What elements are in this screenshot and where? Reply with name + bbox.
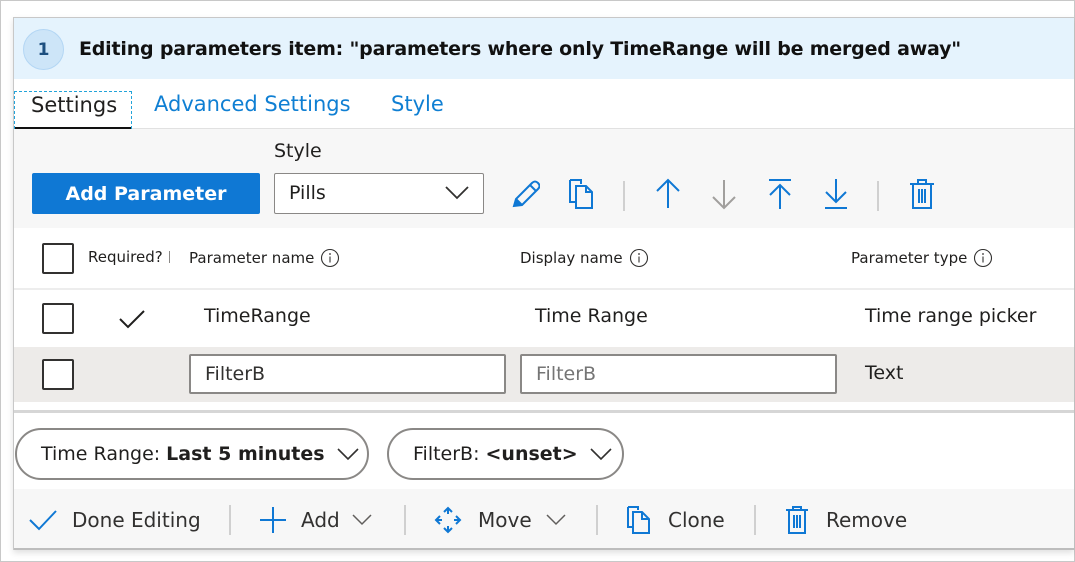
move-label: Move xyxy=(478,508,532,532)
column-header-label: Required? xyxy=(88,248,163,266)
clone-label: Clone xyxy=(668,508,725,532)
step-number-badge: 1 xyxy=(23,29,64,70)
column-header-label: Display name xyxy=(520,249,623,267)
parameter-preview: Time Range: Last 5 minutes FilterB: <unset… xyxy=(14,413,1074,489)
tab-advanced-settings[interactable]: Advanced Settings xyxy=(154,91,351,129)
clone-button[interactable]: Clone xyxy=(626,505,725,535)
table-row[interactable]: TimeRange Time Range Time range picker xyxy=(14,290,1074,346)
select-all-checkbox[interactable] xyxy=(42,243,74,274)
column-resize-handle[interactable] xyxy=(168,251,170,263)
chevron-down-icon xyxy=(352,514,372,526)
delete-icon[interactable] xyxy=(907,178,937,210)
chevron-down-icon xyxy=(590,447,612,460)
column-header-parameter-name: Parameter name xyxy=(189,248,340,268)
command-separator xyxy=(754,505,756,535)
move-to-top-icon[interactable] xyxy=(765,178,795,210)
remove-label: Remove xyxy=(826,508,908,532)
checkmark-icon xyxy=(29,510,57,531)
display-name-cell: Time Range xyxy=(535,305,648,327)
time-range-pill[interactable]: Time Range: Last 5 minutes xyxy=(15,428,369,480)
parameter-toolbar: Add Parameter Style Pills xyxy=(14,129,1074,228)
info-icon[interactable] xyxy=(320,248,340,268)
command-bar: Done Editing Add Move Clone Remove xyxy=(14,489,1074,550)
parameter-type-cell: Text xyxy=(865,362,904,384)
command-separator xyxy=(229,505,231,535)
filterb-pill[interactable]: FilterB: <unset> xyxy=(387,428,624,480)
pill-value: <unset> xyxy=(485,443,578,465)
toolbar-separator xyxy=(623,181,625,211)
style-dropdown[interactable]: Pills xyxy=(274,173,484,214)
add-label: Add xyxy=(301,508,340,532)
done-editing-label: Done Editing xyxy=(72,508,201,532)
style-label: Style xyxy=(274,140,322,162)
tab-style[interactable]: Style xyxy=(391,91,444,129)
panel-header: 1 Editing parameters item: "parameters w… xyxy=(14,18,1074,79)
grid-header: Required? Parameter name Display name Pa… xyxy=(14,228,1074,290)
add-parameter-button[interactable]: Add Parameter xyxy=(32,173,260,214)
parameters-grid: Required? Parameter name Display name Pa… xyxy=(14,228,1074,408)
column-header-required: Required? xyxy=(88,248,170,266)
remove-button[interactable]: Remove xyxy=(784,505,907,535)
style-dropdown-value: Pills xyxy=(289,182,326,204)
pill-value: Last 5 minutes xyxy=(166,443,325,465)
panel-title: Editing parameters item: "parameters whe… xyxy=(79,38,961,60)
tab-bar: Settings Advanced Settings Style xyxy=(14,79,1074,130)
column-header-parameter-type: Parameter type xyxy=(851,248,993,268)
move-icon xyxy=(434,506,462,534)
tab-settings[interactable]: Settings xyxy=(14,91,132,130)
move-to-bottom-icon[interactable] xyxy=(821,178,851,210)
chevron-down-icon xyxy=(546,514,566,526)
required-check-icon xyxy=(119,310,145,329)
display-name-input[interactable] xyxy=(520,354,837,394)
column-header-label: Parameter type xyxy=(851,249,968,267)
copy-icon xyxy=(627,506,650,534)
move-up-icon[interactable] xyxy=(653,178,683,210)
chevron-down-icon xyxy=(445,186,469,200)
column-header-label: Parameter name xyxy=(189,249,315,267)
command-separator xyxy=(596,505,598,535)
pill-label: FilterB: xyxy=(413,443,480,465)
move-button[interactable]: Move xyxy=(434,505,566,535)
edit-icon[interactable] xyxy=(510,178,540,210)
parameter-type-cell: Time range picker xyxy=(865,305,1037,327)
info-icon[interactable] xyxy=(973,248,993,268)
parameter-name-cell: TimeRange xyxy=(204,305,311,327)
delete-icon xyxy=(786,506,808,534)
copy-icon[interactable] xyxy=(566,178,596,210)
parameter-name-input[interactable] xyxy=(189,354,506,394)
row-select-checkbox[interactable] xyxy=(42,359,74,390)
add-button[interactable]: Add xyxy=(259,505,372,535)
chevron-down-icon xyxy=(337,447,359,460)
toolbar-separator xyxy=(877,181,879,211)
pill-label: Time Range: xyxy=(41,443,161,465)
row-select-checkbox[interactable] xyxy=(42,303,74,334)
plus-icon xyxy=(260,507,286,533)
table-row[interactable]: Text xyxy=(14,347,1074,402)
done-editing-button[interactable]: Done Editing xyxy=(28,505,201,535)
parameters-edit-panel: 1 Editing parameters item: "parameters w… xyxy=(13,17,1074,550)
command-separator xyxy=(404,505,406,535)
move-down-icon[interactable] xyxy=(709,178,739,210)
info-icon[interactable] xyxy=(629,248,649,268)
column-header-display-name: Display name xyxy=(520,248,649,268)
